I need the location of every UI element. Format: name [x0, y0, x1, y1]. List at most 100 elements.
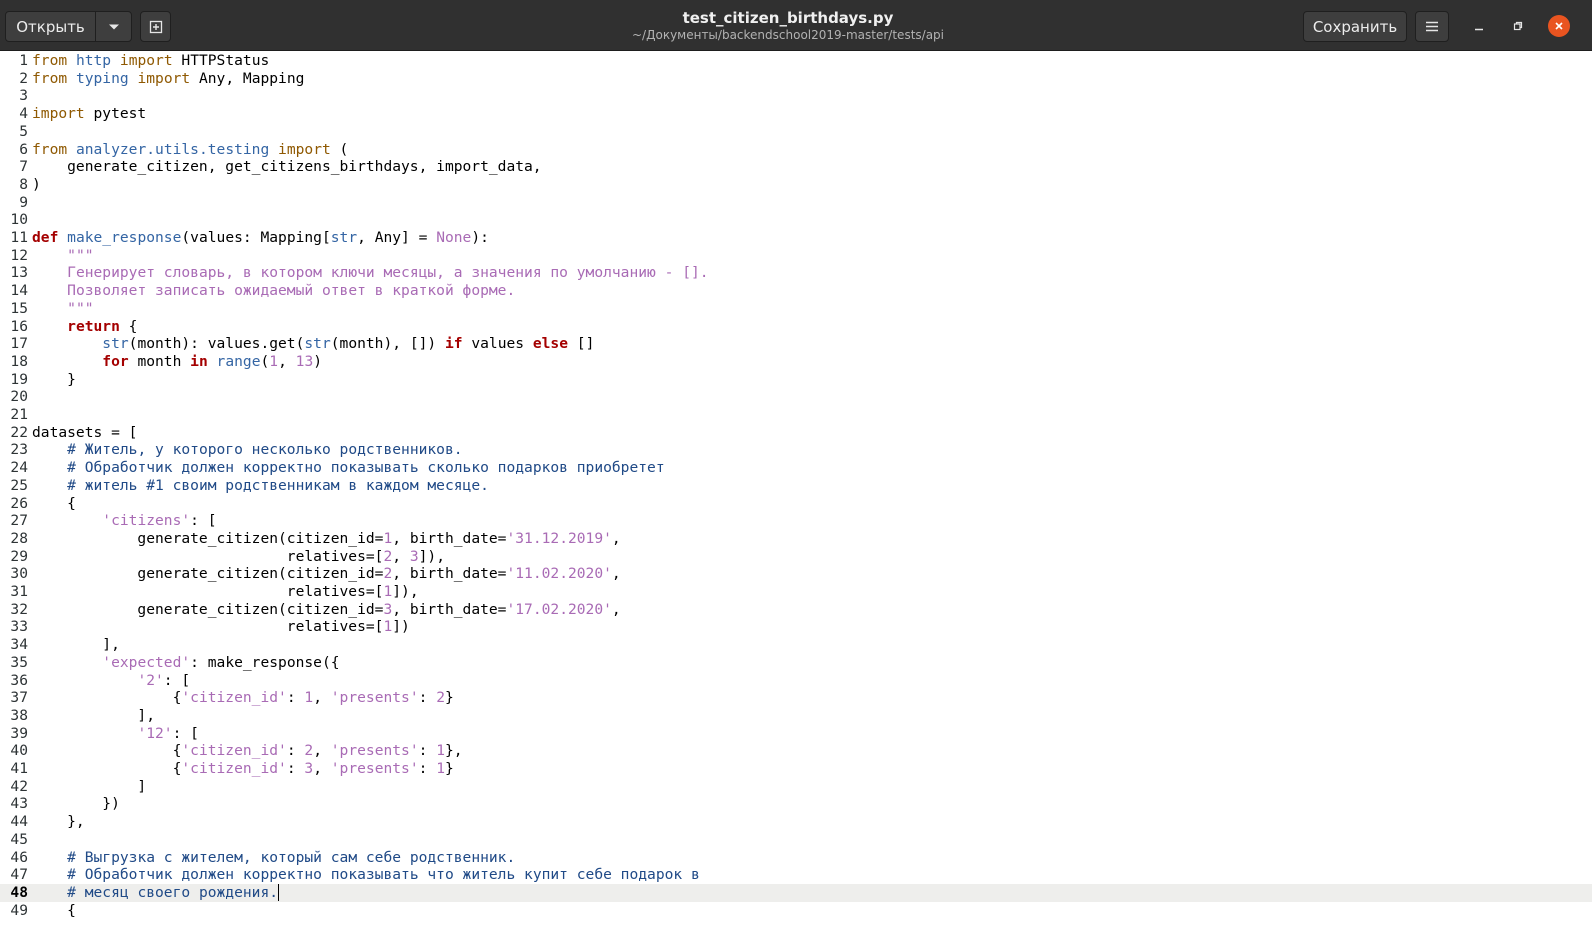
code-content: # Выгрузка с жителем, который сам себе р… [32, 849, 515, 867]
code-content: }) [32, 795, 120, 813]
code-content: {'citizen_id': 3, 'presents': 1} [32, 760, 454, 778]
code-line[interactable]: 24 # Обработчик должен корректно показыв… [0, 459, 1592, 477]
code-line[interactable]: 17 str(month): values.get(str(month), []… [0, 335, 1592, 353]
literal: 1 [436, 742, 446, 760]
module-name: analyzer.utils.testing [75, 140, 270, 158]
code-content: } [32, 371, 76, 389]
code-line[interactable]: 23 # Житель, у которого несколько родств… [0, 441, 1592, 459]
literal: 'citizen_id' [181, 760, 287, 777]
code-line[interactable]: 28 generate_citizen(citizen_id=1, birth_… [0, 530, 1592, 548]
code-line[interactable]: 19 } [0, 371, 1592, 389]
code-line[interactable]: 5 [0, 123, 1592, 141]
code-line[interactable]: 37 {'citizen_id': 1, 'presents': 2} [0, 689, 1592, 707]
literal: '31.12.2019' [506, 529, 612, 547]
new-document-button[interactable] [140, 11, 171, 42]
code-line[interactable]: 1 from http import HTTPStatus [0, 52, 1592, 70]
maximize-button[interactable] [1507, 15, 1529, 37]
close-button[interactable] [1548, 15, 1570, 37]
main-menu-button[interactable] [1415, 11, 1449, 42]
save-button[interactable]: Сохранить [1303, 11, 1407, 42]
code-line[interactable]: 40 {'citizen_id': 2, 'presents': 1}, [0, 742, 1592, 760]
code-line[interactable]: 12 """ [0, 247, 1592, 265]
code-line[interactable]: 13 Генерирует словарь, в котором ключи м… [0, 264, 1592, 282]
code-line[interactable]: 2 from typing import Any, Mapping [0, 70, 1592, 88]
code-content: '12': [ [32, 725, 199, 743]
code-line[interactable]: 46 # Выгрузка с жителем, который сам себ… [0, 849, 1592, 867]
code-line[interactable]: 9 [0, 194, 1592, 212]
line-number: 17 [10, 335, 28, 353]
code-line[interactable]: 18 for month in range(1, 13) [0, 353, 1592, 371]
literal: 1 [383, 583, 393, 600]
line-number: 1 [19, 52, 28, 69]
literal: 1 [269, 352, 279, 370]
code-line[interactable]: 4 import pytest [0, 105, 1592, 123]
keyword: from [32, 140, 68, 158]
code-line[interactable]: 38 ], [0, 707, 1592, 725]
keyword: in [190, 352, 208, 370]
minimize-button[interactable] [1468, 15, 1490, 37]
line-number: 21 [10, 406, 28, 423]
code-content: 'citizens': [ [32, 512, 216, 530]
docstring: """ [67, 299, 94, 317]
code-line[interactable]: 10 [0, 211, 1592, 229]
code-line[interactable]: 47 # Обработчик должен корректно показыв… [0, 866, 1592, 884]
open-recent-dropdown-button[interactable] [95, 11, 132, 42]
literal: None [436, 229, 472, 246]
code-line[interactable]: 26 { [0, 495, 1592, 513]
code-line[interactable]: 30 generate_citizen(citizen_id=2, birth_… [0, 565, 1592, 583]
code-content: ], [32, 636, 120, 654]
code-text: ]), [418, 547, 445, 565]
code-content: {'citizen_id': 2, 'presents': 1}, [32, 742, 463, 760]
line-number: 22 [10, 423, 28, 441]
code-line[interactable]: 49 { [0, 902, 1592, 920]
code-line[interactable]: 48 # месяц своего рождения. [0, 883, 1592, 902]
code-text: Any, Mapping [190, 69, 305, 87]
code-line[interactable]: 35 'expected': make_response({ [0, 654, 1592, 672]
code-line[interactable]: 29 relatives=[2, 3]), [0, 548, 1592, 566]
code-content: """ [32, 299, 94, 318]
code-line[interactable]: 14 Позволяет записать ожидаемый ответ в … [0, 282, 1592, 300]
code-content: # Житель, у которого несколько родственн… [32, 441, 462, 459]
code-line[interactable]: 21 [0, 406, 1592, 424]
code-text: [] [568, 335, 595, 353]
text-editor[interactable]: 1 from http import HTTPStatus 2 from typing… [0, 51, 1592, 929]
code-line[interactable]: 16 return { [0, 318, 1592, 336]
code-line[interactable]: 34 ], [0, 636, 1592, 654]
code-line[interactable]: 32 generate_citizen(citizen_id=3, birth_… [0, 601, 1592, 619]
code-line[interactable]: 7 generate_citizen, get_citizens_birthda… [0, 158, 1592, 176]
code-line[interactable]: 31 relatives=[1]), [0, 583, 1592, 601]
line-number: 10 [10, 211, 28, 229]
code-line[interactable]: 25 # житель #1 своим родственникам в каж… [0, 477, 1592, 495]
code-content: """ [32, 247, 93, 265]
code-line[interactable]: 43 }) [0, 795, 1592, 813]
code-line[interactable]: 20 [0, 388, 1592, 406]
keyword: if [444, 335, 463, 353]
code-text: : [418, 742, 437, 760]
code-line[interactable]: 36 '2': [ [0, 672, 1592, 690]
code-line[interactable]: 11 def make_response(values: Mapping[str,… [0, 229, 1592, 247]
code-text: : [418, 760, 437, 777]
code-line[interactable]: 45 [0, 831, 1592, 849]
code-text: relatives=[ [32, 547, 384, 565]
code-line[interactable]: 3 [0, 87, 1592, 105]
code-line[interactable]: 6 from analyzer.utils.testing import ( [0, 141, 1592, 159]
open-button[interactable]: Открыть [5, 11, 96, 42]
line-number: 2 [19, 69, 28, 87]
literal: 'expected' [102, 653, 191, 671]
code-line[interactable]: 8) [0, 176, 1592, 194]
code-line[interactable]: 15 """ [0, 300, 1592, 318]
code-line[interactable]: 41 {'citizen_id': 3, 'presents': 1} [0, 760, 1592, 778]
module-name: http [75, 52, 112, 69]
line-number: 20 [10, 388, 28, 406]
code-line[interactable]: 22 datasets = [ [0, 424, 1592, 442]
code-line[interactable]: 44 }, [0, 813, 1592, 831]
code-line[interactable]: 39 '12': [ [0, 725, 1592, 743]
line-number: 15 [10, 299, 28, 317]
code-line[interactable]: 27 'citizens': [ [0, 512, 1592, 530]
literal: '2' [137, 671, 164, 689]
code-line[interactable]: 42 ] [0, 778, 1592, 796]
code-text: (values: Mapping[ [181, 229, 331, 246]
new-tab-icon [149, 20, 162, 33]
line-number: 18 [10, 352, 28, 370]
code-line[interactable]: 33 relatives=[1]) [0, 618, 1592, 636]
